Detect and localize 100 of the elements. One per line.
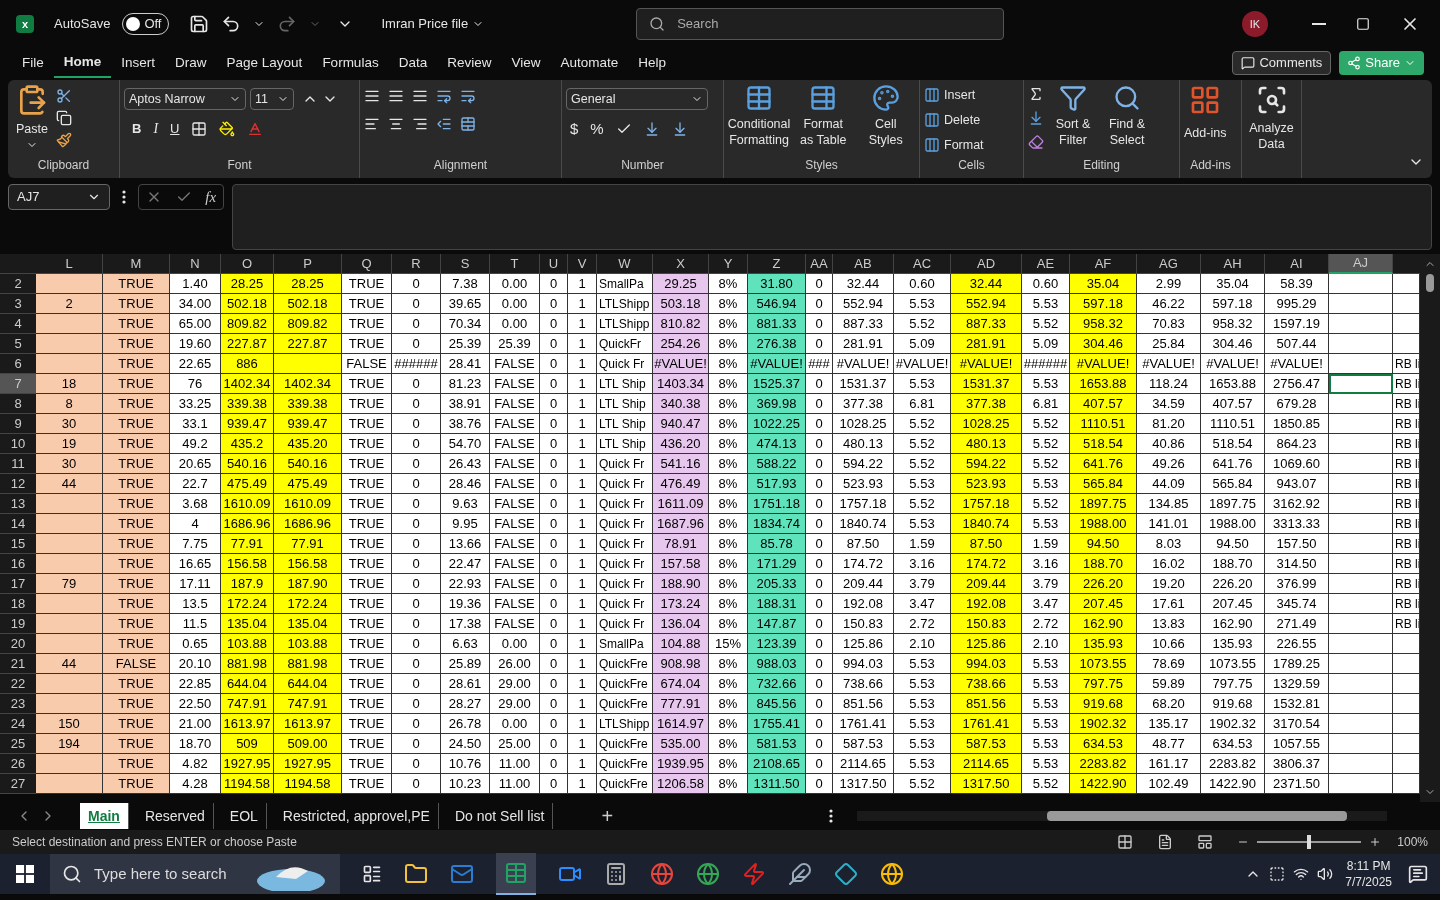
row-header[interactable]: 4 <box>0 314 36 334</box>
percent-button[interactable]: % <box>590 118 604 141</box>
menu-tab[interactable]: Insert <box>111 48 166 78</box>
zoom-level[interactable]: 100% <box>1397 833 1428 851</box>
row-header[interactable]: 17 <box>0 574 36 594</box>
column-header[interactable]: T <box>490 254 540 274</box>
row-header[interactable]: 26 <box>0 754 36 774</box>
cells-button[interactable]: Delete <box>924 110 984 130</box>
column-header[interactable]: AH <box>1201 254 1265 274</box>
column-header[interactable]: Y <box>709 254 748 274</box>
underline-button[interactable]: U <box>170 118 180 139</box>
windows-start-icon[interactable] <box>16 865 34 883</box>
column-header[interactable]: AG <box>1137 254 1201 274</box>
currency-button[interactable]: $ <box>570 118 579 141</box>
bold-button[interactable]: B <box>132 118 142 139</box>
row-header[interactable]: 11 <box>0 454 36 474</box>
row-header[interactable]: 7 <box>0 374 36 394</box>
row-header[interactable]: 14 <box>0 514 36 534</box>
column-header[interactable]: AD <box>951 254 1022 274</box>
column-header[interactable]: AI <box>1265 254 1329 274</box>
row-header[interactable]: 13 <box>0 494 36 514</box>
menu-tab[interactable]: View <box>501 48 551 78</box>
add-sheet-button[interactable]: + <box>601 801 614 831</box>
font-name-dropdown[interactable]: Aptos Narrow <box>124 88 246 110</box>
italic-button[interactable]: I <box>153 118 159 139</box>
formula-input[interactable] <box>232 184 1432 250</box>
column-header[interactable]: AF <box>1070 254 1137 274</box>
row-header[interactable]: 21 <box>0 654 36 674</box>
row-header[interactable]: 27 <box>0 774 36 794</box>
number-format-dropdown[interactable]: General <box>566 88 708 110</box>
row-header[interactable]: 8 <box>0 394 36 414</box>
cells-button[interactable]: Insert <box>924 86 984 105</box>
menu-tab[interactable]: Automate <box>550 48 629 78</box>
search-input[interactable]: Search <box>677 14 854 34</box>
cells-button[interactable]: Format <box>924 135 984 155</box>
row-header[interactable]: 22 <box>0 674 36 694</box>
menu-tab[interactable]: Help <box>628 48 677 78</box>
row-header[interactable]: 24 <box>0 714 36 734</box>
row-header[interactable]: 19 <box>0 614 36 634</box>
menu-tab[interactable]: Data <box>388 48 438 78</box>
column-header[interactable]: AA <box>806 254 833 274</box>
row-header[interactable]: 12 <box>0 474 36 494</box>
styles-button[interactable]: Cell Styles <box>856 84 915 148</box>
clock-date[interactable]: 7/7/2025 <box>1345 874 1392 890</box>
column-header[interactable]: Z <box>748 254 806 274</box>
row-header[interactable]: 3 <box>0 294 36 314</box>
sheet-tab[interactable]: Main <box>80 803 129 829</box>
sheet-tab[interactable]: EOL <box>221 803 267 829</box>
column-header[interactable]: AJ <box>1329 254 1393 274</box>
column-header[interactable]: S <box>441 254 490 274</box>
column-header[interactable]: AE <box>1022 254 1070 274</box>
editing-button[interactable]: Find & Select <box>1102 84 1152 148</box>
column-header[interactable]: L <box>36 254 103 274</box>
editing-button[interactable]: Sort & Filter <box>1048 84 1098 148</box>
sheet-tab[interactable]: Restricted, approvel,PE <box>274 803 439 829</box>
column-header[interactable]: Q <box>342 254 392 274</box>
paste-button[interactable]: Paste <box>12 84 52 151</box>
analyze-data-button[interactable]: Analyze Data <box>1246 84 1297 152</box>
styles-button[interactable]: Conditional Formatting <box>728 84 790 148</box>
menu-tab[interactable]: Home <box>53 48 112 78</box>
row-header[interactable]: 9 <box>0 414 36 434</box>
row-header[interactable]: 20 <box>0 634 36 654</box>
user-avatar[interactable]: IK <box>1242 11 1268 37</box>
column-header[interactable]: U <box>540 254 568 274</box>
zoom-slider[interactable] <box>1257 835 1362 849</box>
column-header[interactable]: X <box>653 254 709 274</box>
name-box[interactable]: AJ7 <box>8 184 110 210</box>
insert-function-button[interactable]: fx <box>205 185 217 209</box>
menu-tab[interactable]: File <box>12 48 54 78</box>
row-header[interactable]: 23 <box>0 694 36 714</box>
column-header[interactable]: M <box>103 254 170 274</box>
font-size-dropdown[interactable]: 11 <box>250 88 294 110</box>
file-name[interactable]: Imran Price file <box>381 14 485 34</box>
column-header[interactable]: O <box>221 254 274 274</box>
column-header[interactable]: V <box>568 254 597 274</box>
comments-button[interactable]: Comments <box>1232 51 1332 75</box>
column-header[interactable]: R <box>392 254 441 274</box>
styles-button[interactable]: Format as Table <box>794 84 853 148</box>
column-header[interactable]: W <box>597 254 653 274</box>
column-header[interactable]: AB <box>833 254 894 274</box>
column-header[interactable]: N <box>170 254 221 274</box>
taskbar-search-input[interactable]: Type here to search <box>94 862 244 886</box>
menu-tab[interactable]: Draw <box>165 48 217 78</box>
menu-tab[interactable]: Formulas <box>312 48 389 78</box>
clock-time[interactable]: 8:11 PM <box>1346 858 1391 874</box>
row-header[interactable]: 25 <box>0 734 36 754</box>
more-icon[interactable] <box>829 809 834 823</box>
more-icon[interactable] <box>122 190 126 204</box>
row-header[interactable]: 5 <box>0 334 36 354</box>
scrollbar-thumb[interactable] <box>1426 274 1434 292</box>
row-header[interactable]: 18 <box>0 594 36 614</box>
column-header[interactable]: P <box>274 254 342 274</box>
sheet-tab[interactable]: Do not Sell list <box>446 803 554 829</box>
row-header[interactable]: 2 <box>0 274 36 294</box>
row-header[interactable]: 16 <box>0 554 36 574</box>
menu-tab[interactable]: Page Layout <box>216 48 313 78</box>
column-header[interactable]: AC <box>894 254 951 274</box>
row-header[interactable]: 15 <box>0 534 36 554</box>
taskbar-search-field[interactable]: Type here to search <box>50 854 340 894</box>
row-header[interactable]: 10 <box>0 434 36 454</box>
